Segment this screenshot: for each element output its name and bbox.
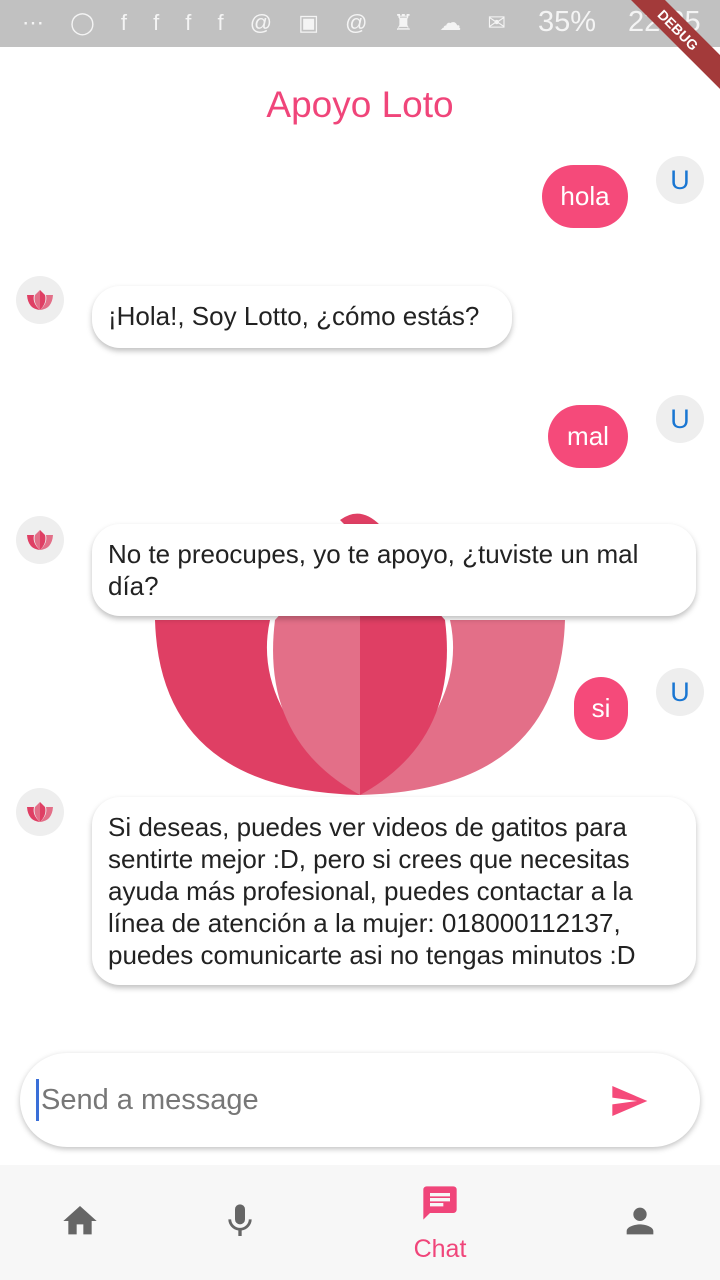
bot-message: No te preocupes, yo te apoyo, ¿tuviste u… xyxy=(92,524,696,616)
chat-icon xyxy=(423,1186,457,1220)
bottom-nav: Chat xyxy=(0,1165,720,1280)
page-title: Apoyo Loto xyxy=(266,84,454,125)
lotus-icon xyxy=(27,802,53,822)
bot-avatar xyxy=(16,276,64,324)
user-message: hola xyxy=(542,165,628,228)
bot-avatar xyxy=(16,516,64,564)
notification-icons: ⋯ ◯ f f f f @ ▣ @ ♜ ☁ ✉ xyxy=(22,10,516,35)
person-icon xyxy=(626,1207,654,1235)
bot-avatar xyxy=(16,788,64,836)
user-avatar: U xyxy=(656,668,704,716)
bot-message: ¡Hola!, Soy Lotto, ¿cómo estás? xyxy=(92,286,512,348)
battery-level: 35% xyxy=(538,6,597,38)
send-icon[interactable] xyxy=(606,1081,652,1121)
lotus-icon xyxy=(27,530,53,550)
nav-home[interactable] xyxy=(20,1165,140,1280)
nav-chat[interactable]: Chat xyxy=(380,1165,500,1280)
user-avatar: U xyxy=(656,156,704,204)
status-bar: ⋯ ◯ f f f f @ ▣ @ ♜ ☁ ✉ 35% 22:25 xyxy=(0,0,720,47)
user-message: mal xyxy=(548,405,628,468)
lotus-icon xyxy=(27,290,53,310)
home-icon xyxy=(63,1206,97,1235)
message-input[interactable] xyxy=(36,1079,576,1121)
bot-message: Si deseas, puedes ver videos de gatitos … xyxy=(92,797,696,985)
user-avatar: U xyxy=(656,395,704,443)
mic-icon xyxy=(228,1204,252,1236)
user-message: si xyxy=(574,677,628,740)
message-composer xyxy=(20,1053,700,1147)
nav-profile[interactable] xyxy=(580,1165,700,1280)
nav-voice[interactable] xyxy=(180,1165,300,1280)
nav-chat-label: Chat xyxy=(413,1235,467,1263)
